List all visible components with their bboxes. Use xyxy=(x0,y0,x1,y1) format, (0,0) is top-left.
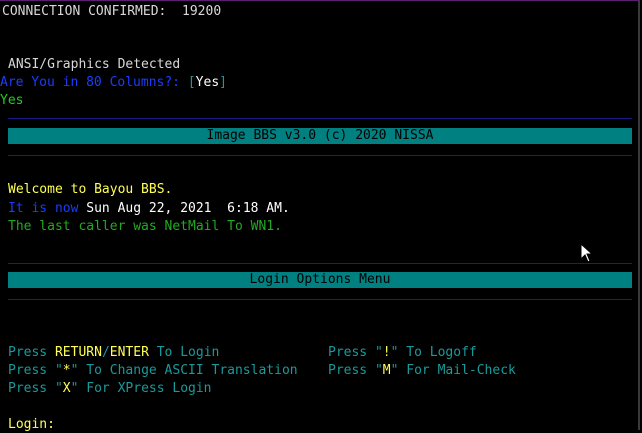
option-sep: / xyxy=(101,345,110,360)
menu-title-bar: Login Options Menu xyxy=(8,272,632,288)
option-text: Press " xyxy=(328,363,383,378)
last-caller-line: The last caller was NetMail To WN1. xyxy=(8,219,282,234)
ansi-detected: ANSI/Graphics Detected xyxy=(8,57,181,72)
option-key: ENTER xyxy=(109,345,149,360)
option-text: Press xyxy=(8,345,55,360)
datetime-value: Sun Aug 22, 2021 6:18 AM. xyxy=(86,201,290,216)
option-text: " To Change ASCII Translation xyxy=(70,363,298,378)
default-answer[interactable]: Yes xyxy=(196,75,219,90)
connection-label: CONNECTION CONFIRMED: xyxy=(2,4,167,19)
divider-rule xyxy=(8,118,632,119)
option-key: M xyxy=(382,363,391,378)
welcome-line: Welcome to Bayou BBS. xyxy=(8,182,173,197)
connection-baud: 19200 xyxy=(182,4,222,19)
option-text: To Login xyxy=(148,345,220,360)
bracket-close: ] xyxy=(219,75,227,90)
menu-option-ascii[interactable]: Press "*" To Change ASCII Translation xyxy=(8,363,298,379)
connection-line: CONNECTION CONFIRMED: 19200 xyxy=(2,4,221,20)
columns-answer: Yes xyxy=(0,93,24,108)
columns-prompt-line: Are You in 80 Columns?: [Yes] xyxy=(0,75,227,91)
banner-bar: Image BBS v3.0 (c) 2020 NISSA xyxy=(8,128,632,144)
menu-option-logoff[interactable]: Press "!" To Logoff xyxy=(328,345,477,361)
divider-rule xyxy=(8,263,632,264)
option-text: " For XPress Login xyxy=(70,381,212,396)
mouse-pointer-icon xyxy=(580,243,594,263)
divider-rule xyxy=(8,299,632,300)
menu-option-mailcheck[interactable]: Press "M" For Mail-Check xyxy=(328,363,516,379)
now-label: It is now xyxy=(8,201,79,216)
terminal-screen[interactable]: CONNECTION CONFIRMED: 19200 ANSI/Graphic… xyxy=(0,0,640,433)
menu-option-login[interactable]: Press RETURN/ENTER To Login xyxy=(8,345,219,361)
option-text: " For Mail-Check xyxy=(390,363,516,378)
option-key: X xyxy=(62,381,71,396)
option-text: " To Logoff xyxy=(390,345,477,360)
divider-rule xyxy=(8,155,632,156)
option-text: Press " xyxy=(328,345,383,360)
menu-option-xpress[interactable]: Press "X" For XPress Login xyxy=(8,381,212,397)
option-key: RETURN xyxy=(54,345,102,360)
option-text: Press " xyxy=(8,363,63,378)
login-prompt[interactable]: Login: xyxy=(8,417,55,433)
columns-prompt: Are You in 80 Columns?: xyxy=(0,75,181,90)
bracket-open: [ xyxy=(187,75,196,90)
option-text: Press " xyxy=(8,381,63,396)
datetime-line: It is now Sun Aug 22, 2021 6:18 AM. xyxy=(8,201,290,217)
option-key: * xyxy=(62,363,71,378)
option-key: ! xyxy=(382,345,391,360)
